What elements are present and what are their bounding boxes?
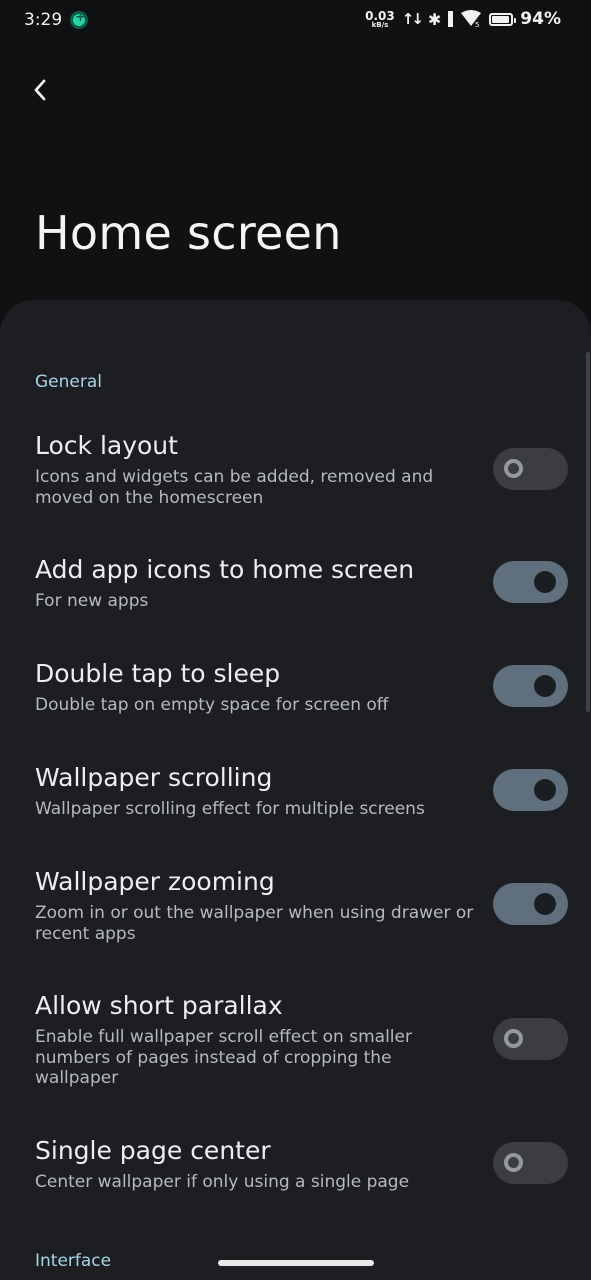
setting-title: Double tap to sleep [35, 659, 281, 688]
section-header-general: General [35, 372, 102, 392]
network-speed-value: 0.03 [365, 8, 395, 23]
battery-percent: 94% [520, 9, 561, 29]
setting-summary: For new apps [35, 591, 149, 611]
gesture-navigation-handle[interactable] [218, 1260, 374, 1266]
battery-icon [489, 12, 517, 26]
chevron-left-icon [34, 79, 46, 101]
wifi-band-label: 5 [475, 21, 479, 28]
scrollbar[interactable] [586, 352, 590, 712]
toggle-knob [534, 779, 556, 801]
status-time: 3:29 [24, 10, 63, 30]
setting-title: Add app icons to home screen [35, 555, 415, 584]
add-app-icons-toggle[interactable] [493, 561, 568, 603]
setting-double-tap-sleep[interactable]: Double tap to sleep Double tap on empty … [0, 659, 591, 739]
short-parallax-toggle[interactable] [493, 1018, 568, 1060]
toggle-knob [504, 1029, 523, 1048]
bluetooth-icon: ✱ [427, 9, 442, 29]
setting-summary: Center wallpaper if only using a single … [35, 1172, 410, 1192]
data-activity-icon: ↑↓ [401, 10, 424, 28]
toggle-knob [504, 1153, 523, 1172]
status-bar: 3:29 0.03 kB/s ↑↓ ✱ 5 94% [0, 0, 591, 44]
setting-summary: Double tap on empty space for screen off [35, 695, 389, 715]
double-tap-sleep-toggle[interactable] [493, 665, 568, 707]
setting-summary: Zoom in or out the wallpaper when using … [35, 903, 474, 944]
setting-single-page-center[interactable]: Single page center Center wallpaper if o… [0, 1136, 591, 1216]
setting-add-app-icons[interactable]: Add app icons to home screen For new app… [0, 555, 591, 635]
network-speed-unit: kB/s [371, 20, 389, 29]
wallpaper-scrolling-toggle[interactable] [493, 769, 568, 811]
setting-title: Single page center [35, 1136, 271, 1165]
setting-title: Wallpaper zooming [35, 867, 275, 896]
toggle-knob [534, 893, 556, 915]
setting-title: Allow short parallax [35, 991, 283, 1020]
lock-layout-toggle[interactable] [493, 448, 568, 490]
setting-short-parallax[interactable]: Allow short parallax Enable full wallpap… [0, 991, 591, 1111]
accessibility-icon [70, 10, 88, 29]
toggle-knob [534, 675, 556, 697]
setting-summary: Wallpaper scrolling effect for multiple … [35, 799, 425, 819]
status-icons: 0.03 kB/s ↑↓ ✱ 5 94% [365, 9, 561, 29]
setting-summary: Icons and widgets can be added, removed … [35, 467, 434, 508]
setting-title: Wallpaper scrolling [35, 763, 273, 792]
network-speed: 0.03 kB/s [365, 10, 395, 29]
wifi-icon: 5 [461, 10, 482, 28]
section-header-interface: Interface [35, 1251, 112, 1271]
setting-wallpaper-zooming[interactable]: Wallpaper zooming Zoom in or out the wal… [0, 867, 591, 967]
toggle-knob [504, 459, 523, 478]
wallpaper-zooming-toggle[interactable] [493, 883, 568, 925]
setting-lock-layout[interactable]: Lock layout Icons and widgets can be add… [0, 431, 591, 531]
toggle-knob [534, 571, 556, 593]
back-button[interactable] [22, 70, 58, 110]
page-title: Home screen [35, 206, 342, 260]
setting-summary: Enable full wallpaper scroll effect on s… [35, 1027, 412, 1088]
signal-icon [448, 11, 454, 27]
setting-wallpaper-scrolling[interactable]: Wallpaper scrolling Wallpaper scrolling … [0, 763, 591, 843]
single-page-center-toggle[interactable] [493, 1142, 568, 1184]
setting-title: Lock layout [35, 431, 178, 460]
